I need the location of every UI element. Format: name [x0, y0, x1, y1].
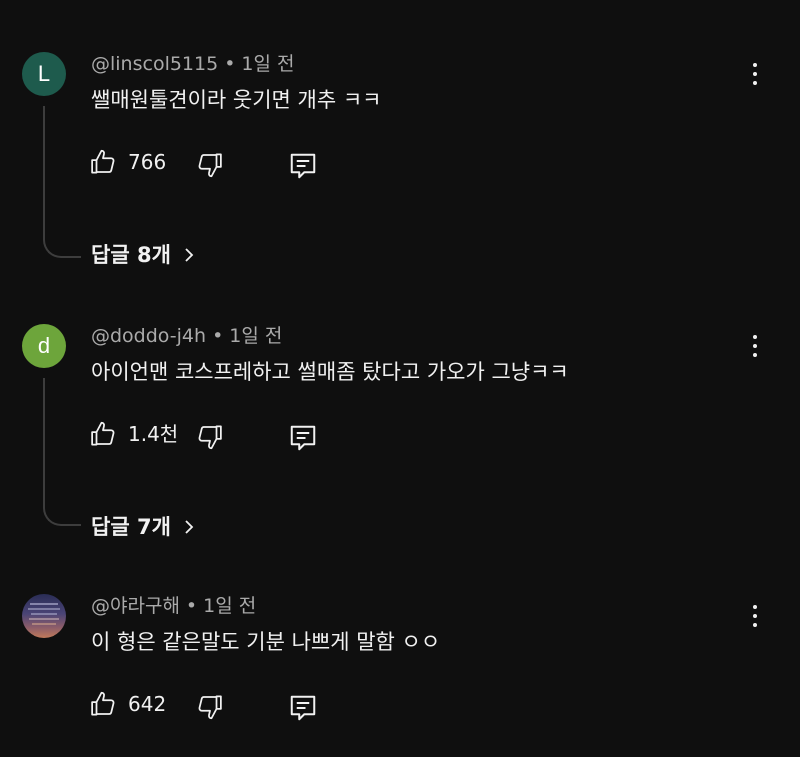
avatar[interactable]: L — [22, 52, 66, 96]
view-replies-button[interactable]: 답글 8개 — [91, 241, 195, 269]
replies-label: 답글 8개 — [91, 243, 171, 267]
like-count: 642 — [128, 692, 167, 716]
avatar[interactable] — [22, 594, 66, 638]
like-count: 766 — [128, 150, 167, 174]
reply-comment-icon[interactable] — [288, 423, 318, 453]
thumbs-down-icon[interactable] — [194, 422, 224, 452]
comment-text: 아이언맨 코스프레하고 썰매좀 탔다고 가오가 그냥ㅋㅋ — [91, 360, 569, 384]
meta-separator: • — [185, 595, 198, 617]
reply-comment-icon[interactable] — [288, 151, 318, 181]
meta-separator: • — [212, 325, 224, 347]
comments-list: L @linscol5115 • 1일 전 쌜매원툴견이라 웃기면 개추 ㅋㅋ 76… — [0, 0, 800, 757]
more-vertical-icon[interactable] — [744, 601, 766, 631]
comment-time[interactable]: 1일 전 — [229, 325, 282, 347]
comment-meta: @linscol5115 • 1일 전 — [91, 52, 295, 76]
view-replies-button[interactable]: 답글 7개 — [91, 513, 195, 541]
comment-author[interactable]: @doddo-j4h — [91, 325, 206, 347]
avatar-letter: L — [37, 61, 51, 86]
chevron-right-icon — [185, 248, 194, 262]
comment-actions: 1.4천 — [89, 419, 349, 451]
comment-meta: @doddo-j4h • 1일 전 — [91, 324, 282, 348]
like-count: 1.4천 — [128, 422, 179, 446]
comment-actions: 642 — [89, 689, 349, 721]
thumbs-down-icon[interactable] — [194, 150, 224, 180]
chevron-right-icon — [185, 520, 194, 534]
reply-comment-icon[interactable] — [288, 693, 318, 723]
comment-time[interactable]: 1일 전 — [241, 53, 294, 75]
thumbs-up-icon[interactable] — [89, 147, 119, 177]
avatar-letter: d — [37, 333, 51, 358]
comment-time[interactable]: 1일 전 — [203, 595, 256, 617]
thumbs-up-icon[interactable] — [89, 419, 119, 449]
comment-text: 이 형은 같은말도 기분 나쁘게 말함 ㅇㅇ — [91, 630, 441, 654]
thread-line — [43, 378, 81, 526]
more-vertical-icon[interactable] — [744, 331, 766, 361]
thumbs-up-icon[interactable] — [89, 689, 119, 719]
comment-meta: @야라구해 • 1일 전 — [91, 594, 256, 618]
avatar-image — [28, 603, 60, 625]
comment-actions: 766 — [89, 147, 349, 179]
meta-separator: • — [224, 53, 236, 75]
more-vertical-icon[interactable] — [744, 59, 766, 89]
thread-line — [43, 106, 81, 258]
comment-author[interactable]: @야라구해 — [91, 595, 180, 617]
comment-author[interactable]: @linscol5115 — [91, 53, 218, 75]
thumbs-down-icon[interactable] — [194, 692, 224, 722]
avatar[interactable]: d — [22, 324, 66, 368]
comment-text: 쌜매원툴견이라 웃기면 개추 ㅋㅋ — [91, 88, 382, 112]
replies-label: 답글 7개 — [91, 515, 171, 539]
